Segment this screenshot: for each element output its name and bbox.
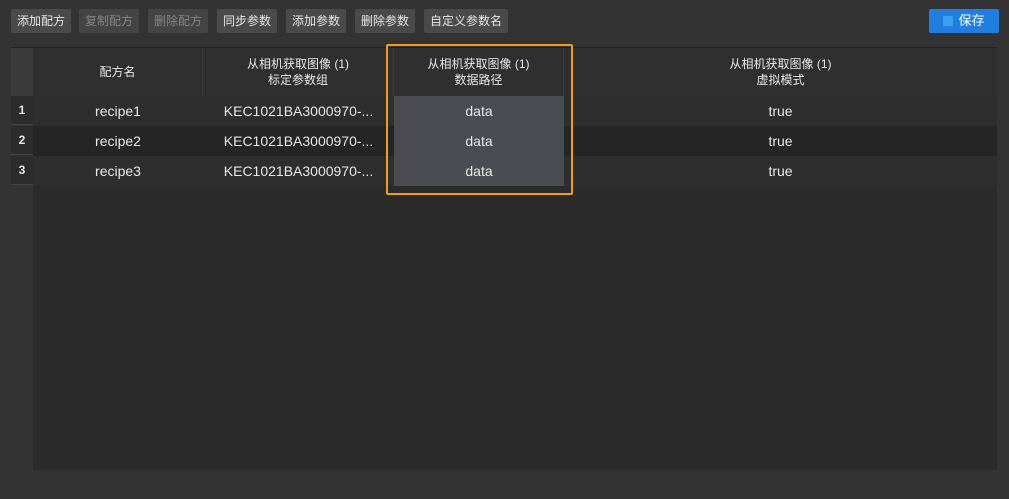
custom-param-name-button[interactable]: 自定义参数名 <box>424 9 509 33</box>
save-icon <box>943 16 954 26</box>
add-param-button[interactable]: 添加参数 <box>286 9 347 33</box>
column-header-virtual-mode[interactable]: 从相机获取图像 (1) 虚拟模式 <box>564 48 997 96</box>
row-number[interactable]: 2 <box>11 126 33 155</box>
row-number[interactable]: 1 <box>11 96 33 125</box>
save-label: 保存 <box>958 13 985 28</box>
highlight-box <box>386 44 573 195</box>
header-label: 从相机获取图像 (1) <box>246 57 349 71</box>
cell-calib-group[interactable]: KEC1021BA3000970-... <box>203 96 394 126</box>
header-sublabel: 虚拟模式 <box>756 73 805 87</box>
cell-virtual-mode[interactable]: true <box>564 126 997 156</box>
cell-virtual-mode[interactable]: true <box>564 156 997 186</box>
cell-virtual-mode[interactable]: true <box>564 96 997 126</box>
copy-recipe-button[interactable]: 复制配方 <box>79 9 140 33</box>
delete-recipe-button[interactable]: 删除配方 <box>148 9 209 33</box>
cell-calib-group[interactable]: KEC1021BA3000970-... <box>203 156 394 186</box>
header-label: 配方名 <box>99 65 136 79</box>
header-sublabel: 标定参数组 <box>267 73 328 87</box>
cell-recipe-name[interactable]: recipe2 <box>33 126 203 156</box>
add-recipe-button[interactable]: 添加配方 <box>11 9 72 33</box>
delete-param-button[interactable]: 删除参数 <box>355 9 416 33</box>
cell-calib-group[interactable]: KEC1021BA3000970-... <box>203 126 394 156</box>
cell-recipe-name[interactable]: recipe3 <box>33 156 203 186</box>
header-label: 从相机获取图像 (1) <box>729 57 832 71</box>
row-number[interactable]: 3 <box>11 156 33 185</box>
column-header-recipe-name[interactable]: 配方名 <box>33 48 203 96</box>
save-button[interactable]: 保存 <box>929 9 999 33</box>
sync-params-button[interactable]: 同步参数 <box>217 9 278 33</box>
column-header-calib-group[interactable]: 从相机获取图像 (1) 标定参数组 <box>203 48 394 96</box>
cell-recipe-name[interactable]: recipe1 <box>33 96 203 126</box>
table-corner[interactable] <box>11 48 33 96</box>
